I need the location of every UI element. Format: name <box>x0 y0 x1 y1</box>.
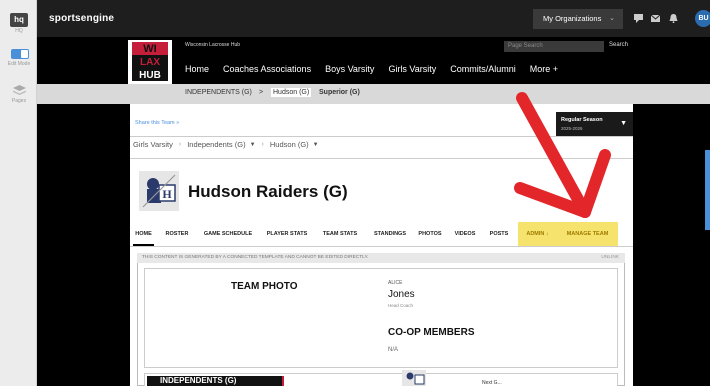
team-tabs: HOME ROSTER GAME SCHEDULE PLAYER STATS T… <box>130 222 633 246</box>
bell-icon[interactable] <box>669 14 678 23</box>
left-rail: hq HQ Edit Mode Pages <box>0 0 37 386</box>
toggle-knob <box>21 50 28 58</box>
breadcrumb: INDEPENDENTS (G) > Hudson (G) Superior (… <box>37 84 710 104</box>
crumb-girls-varsity[interactable]: Girls Varsity <box>133 140 173 149</box>
nav-more[interactable]: More + <box>530 64 558 74</box>
caret-down-icon[interactable]: ▼ <box>313 142 319 148</box>
crumb-separator-icon: › <box>178 141 182 148</box>
mail-icon[interactable] <box>651 14 660 23</box>
notice-text: THIS CONTENT IS GENERATED BY A CONNECTED… <box>142 255 369 260</box>
tab-home[interactable]: HOME <box>133 222 154 246</box>
tab-player-stats[interactable]: PLAYER STATS <box>263 222 311 246</box>
feedback-tab[interactable] <box>705 150 710 230</box>
team-info-card: TEAM PHOTO ALICE Jones Head Coach CO-OP … <box>144 268 618 368</box>
crumb-separator-icon: › <box>261 141 264 148</box>
tab-videos[interactable]: VIDEOS <box>452 222 478 246</box>
chat-icon[interactable] <box>634 14 643 23</box>
org-name: Wisconsin Lacrosse Hub <box>185 42 241 48</box>
unlink-link[interactable]: UNLINK <box>601 255 619 260</box>
team-mini-logo <box>402 370 426 386</box>
season-years: 2025-2026 <box>561 126 583 131</box>
nav-commits-alumni[interactable]: Commits/Alumni <box>450 64 516 74</box>
tab-posts[interactable]: POSTS <box>488 222 510 246</box>
manage-team-button[interactable]: MANAGE TEAM <box>557 222 618 246</box>
svg-text:H: H <box>162 187 172 201</box>
my-organizations-label: My Organizations <box>543 14 602 23</box>
divider <box>130 158 633 159</box>
svg-text:HUB: HUB <box>139 70 161 81</box>
team-page-content: Share this Team » Regular Season 2025-20… <box>130 104 633 386</box>
nav-coaches-associations[interactable]: Coaches Associations <box>223 64 311 74</box>
template-notice: THIS CONTENT IS GENERATED BY A CONNECTED… <box>137 253 625 263</box>
tab-game-schedule[interactable]: GAME SCHEDULE <box>200 222 256 246</box>
nav-girls-varsity[interactable]: Girls Varsity <box>388 64 436 74</box>
site-header: WI LAX HUB Wisconsin Lacrosse Hub Page S… <box>37 37 710 84</box>
season-selector[interactable]: Regular Season 2025-2026 ▼ <box>556 112 633 137</box>
next-game-label: Next G... <box>482 380 502 386</box>
caret-down-icon[interactable]: ▼ <box>250 142 256 148</box>
crumb-hudson[interactable]: Hudson (G) <box>270 140 309 149</box>
page-search-input[interactable]: Page Search <box>504 41 604 52</box>
breadcrumb-independents[interactable]: INDEPENDENTS (G) <box>185 89 252 96</box>
tab-photos[interactable]: PHOTOS <box>416 222 444 246</box>
tab-roster[interactable]: ROSTER <box>161 222 193 246</box>
hq-caption: HQ <box>15 28 23 34</box>
independents-banner-text: INDEPENDENTS (G) <box>160 376 237 385</box>
breadcrumb-hudson[interactable]: Hudson (G) <box>271 88 312 97</box>
divider <box>130 136 633 137</box>
breadcrumb-separator: > <box>259 89 264 96</box>
tab-admin[interactable]: ADMIN ↓ <box>518 222 557 246</box>
team-photo-heading: TEAM PHOTO <box>231 281 298 292</box>
team-crumbs: Girls Varsity › Independents (G) ▼ › Hud… <box>133 140 319 149</box>
brand-logo[interactable]: sportsengine <box>49 13 114 24</box>
team-name: Hudson Raiders (G) <box>188 182 348 201</box>
team-logo: H <box>139 171 179 211</box>
site-nav: Home Coaches Associations Boys Varsity G… <box>185 64 572 74</box>
svg-text:LAX: LAX <box>140 57 160 68</box>
divider <box>130 246 633 247</box>
home-panel: TEAM PHOTO ALICE Jones Head Coach CO-OP … <box>137 263 625 386</box>
nav-boys-varsity[interactable]: Boys Varsity <box>325 64 374 74</box>
pages-caption: Pages <box>11 98 27 104</box>
svg-text:WI: WI <box>143 43 156 55</box>
edit-mode-caption: Edit Mode <box>7 61 31 67</box>
crumb-independents[interactable]: Independents (G) <box>187 140 245 149</box>
coach-first-name: ALICE <box>388 280 403 286</box>
edit-mode-toggle[interactable] <box>11 49 29 59</box>
tab-team-stats[interactable]: TEAM STATS <box>318 222 362 246</box>
search-button[interactable]: Search <box>609 42 628 48</box>
season-label: Regular Season <box>561 117 603 123</box>
nav-home[interactable]: Home <box>185 64 209 74</box>
org-logo[interactable]: WI LAX HUB <box>128 40 172 84</box>
breadcrumb-superior[interactable]: Superior (G) <box>319 89 360 96</box>
my-organizations-dropdown[interactable]: My Organizations ⌄ <box>533 9 623 29</box>
avatar[interactable]: BU <box>695 10 710 27</box>
coach-last-name: Jones <box>388 289 415 300</box>
tab-standings[interactable]: STANDINGS <box>369 222 411 246</box>
share-team-link[interactable]: Share this Team » <box>135 120 179 126</box>
coop-members-heading: CO-OP MEMBERS <box>388 327 475 338</box>
coach-title: Head Coach <box>388 303 414 308</box>
coop-members-value: N/A <box>388 347 399 353</box>
independents-banner: INDEPENDENTS (G) <box>147 376 284 386</box>
caret-down-icon: ▼ <box>620 120 627 127</box>
top-bar: sportsengine My Organizations ⌄ BU <box>37 0 710 37</box>
hq-icon[interactable]: hq <box>10 13 28 27</box>
chevron-down-icon: ⌄ <box>609 15 615 22</box>
pages-icon[interactable] <box>13 85 26 97</box>
